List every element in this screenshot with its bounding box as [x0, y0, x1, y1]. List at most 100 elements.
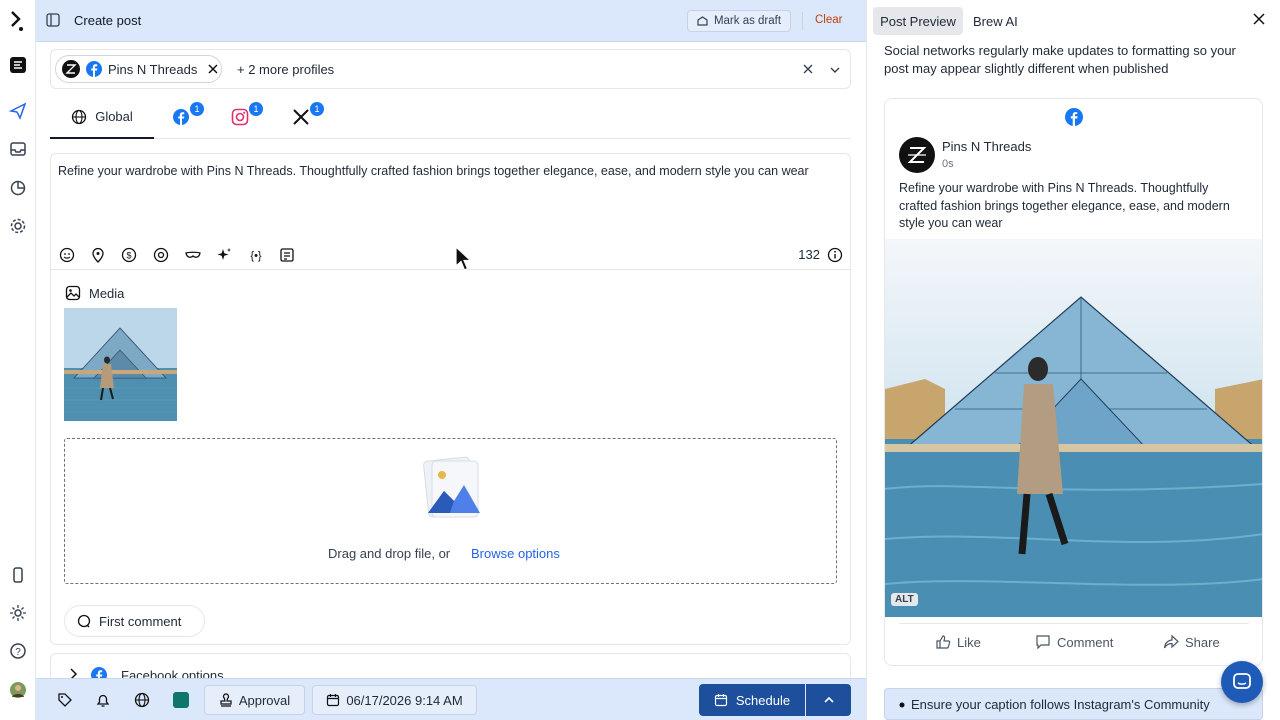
tab-instagram[interactable]: 1: [231, 102, 263, 132]
date-picker-button[interactable]: 06/17/2026 9:14 AM: [312, 685, 477, 715]
page-avatar: [899, 137, 935, 173]
inbox-icon[interactable]: [8, 139, 28, 159]
tab-x[interactable]: 1: [292, 102, 324, 132]
tab-post-preview[interactable]: Post Preview: [873, 7, 963, 35]
draft-icon: [697, 15, 708, 26]
app: ? Create post Mark as draft Clear Pins N…: [0, 0, 1280, 720]
mask-icon[interactable]: [183, 245, 203, 265]
chat-icon: [1233, 673, 1251, 689]
clear-profiles-icon[interactable]: [802, 63, 814, 75]
globe-icon[interactable]: [133, 691, 151, 709]
tab-global-label: Global: [95, 109, 133, 124]
preview-note: Social networks regularly make updates t…: [884, 43, 1236, 76]
close-icon[interactable]: [1253, 13, 1265, 25]
stamp-icon: [220, 693, 232, 707]
location-icon[interactable]: [88, 245, 108, 265]
chat-support-button[interactable]: [1221, 661, 1263, 703]
dropzone-text: Drag and drop file, or: [328, 546, 451, 561]
tag-icon[interactable]: [56, 691, 74, 709]
like-label: Like: [957, 634, 981, 650]
media-section-header: Media: [65, 285, 124, 301]
approval-button[interactable]: Approval: [204, 685, 305, 715]
settings-icon[interactable]: [8, 216, 28, 236]
profile-selector[interactable]: Pins N Threads + 2 more profiles: [50, 49, 851, 89]
svg-text:$: $: [126, 251, 131, 261]
composer-header: Create post Mark as draft Clear: [36, 0, 866, 42]
media-label: Media: [89, 285, 125, 301]
mouse-cursor-icon: [455, 246, 473, 271]
calendar-icon: [714, 694, 727, 707]
approval-label: Approval: [238, 692, 291, 708]
tab-global[interactable]: Global: [50, 96, 154, 139]
user-avatar[interactable]: [8, 680, 28, 700]
image-icon: [65, 285, 81, 301]
thumbs-up-icon: [936, 635, 951, 649]
mobile-icon[interactable]: [8, 565, 28, 585]
schedule-label: Schedule: [735, 692, 791, 708]
like-action[interactable]: Like: [935, 634, 981, 650]
theme-icon[interactable]: [8, 603, 28, 623]
composer-panel: Create post Mark as draft Clear Pins N T…: [36, 0, 866, 720]
bell-icon[interactable]: [94, 691, 112, 709]
character-count: 132: [798, 247, 820, 262]
chevron-down-icon[interactable]: [829, 64, 841, 76]
template-icon[interactable]: [277, 245, 297, 265]
sidebar-toggle-icon[interactable]: [46, 13, 60, 30]
publish-icon[interactable]: [8, 101, 28, 121]
compose-icon[interactable]: [8, 55, 28, 75]
more-profiles-label[interactable]: + 2 more profiles: [237, 62, 334, 77]
facebook-badge: 1: [190, 102, 204, 116]
comment-icon: [77, 614, 91, 628]
share-action[interactable]: Share: [1163, 634, 1220, 650]
logo-icon[interactable]: [8, 11, 28, 31]
share-label: Share: [1185, 634, 1220, 650]
info-icon[interactable]: [827, 247, 843, 263]
facebook-preview-card: Pins N Threads 0s Refine your wardrobe w…: [884, 98, 1263, 666]
post-text-input[interactable]: Refine your wardrobe with Pins N Threads…: [58, 162, 838, 180]
post-actions: Like Comment Share: [899, 623, 1249, 657]
instagram-badge: 1: [249, 102, 263, 116]
schedule-options-button[interactable]: [806, 684, 851, 716]
facebook-icon: [86, 61, 102, 77]
schedule-button[interactable]: Schedule: [699, 684, 805, 716]
remove-profile-icon[interactable]: [207, 63, 219, 75]
upload-illustration-icon: [423, 456, 480, 518]
variables-icon[interactable]: {•}: [246, 245, 266, 265]
first-comment-button[interactable]: First comment: [64, 605, 205, 637]
clear-button[interactable]: Clear: [815, 14, 842, 26]
ai-sparkle-icon[interactable]: [214, 245, 234, 265]
comment-bubble-icon: [1036, 635, 1050, 650]
comment-label: Comment: [1057, 634, 1114, 650]
guideline-banner: Ensure your caption follows Instagram's …: [884, 688, 1263, 720]
mark-as-draft-button[interactable]: Mark as draft: [687, 10, 791, 32]
date-label: 06/17/2026 9:14 AM: [346, 692, 463, 708]
page-name: Pins N Threads: [942, 139, 1032, 154]
profile-chip[interactable]: Pins N Threads: [55, 55, 222, 83]
dollar-icon[interactable]: $: [119, 245, 139, 265]
bullet-icon: [899, 702, 905, 708]
preview-panel: Post Preview Brew AI Social networks reg…: [866, 0, 1280, 720]
browse-options-link[interactable]: Browse options: [471, 546, 560, 561]
composer-footer: Approval 06/17/2026 9:14 AM Schedule: [36, 678, 866, 720]
help-icon[interactable]: ?: [8, 641, 28, 661]
alt-text-badge[interactable]: ALT: [891, 593, 918, 606]
facebook-options-section[interactable]: Facebook options: [50, 653, 851, 683]
svg-text:?: ?: [15, 647, 21, 658]
editor-toolbar: $ {•} 132: [51, 240, 850, 270]
post-editor: Refine your wardrobe with Pins N Threads…: [50, 153, 851, 645]
page-title: Create post: [74, 13, 142, 28]
color-swatch[interactable]: [172, 691, 190, 709]
media-thumbnail[interactable]: [64, 308, 177, 421]
tab-brew-ai[interactable]: Brew AI: [973, 14, 1018, 29]
calendar-icon: [327, 694, 340, 707]
brand-avatar-icon: [62, 60, 80, 78]
comment-action[interactable]: Comment: [1035, 634, 1113, 650]
svg-text:{•}: {•}: [250, 250, 262, 262]
guideline-text: Ensure your caption follows Instagram's …: [911, 697, 1210, 712]
mention-icon[interactable]: [151, 245, 171, 265]
media-dropzone[interactable]: Drag and drop file, or Browse options: [64, 438, 837, 584]
analytics-icon[interactable]: [8, 178, 28, 198]
tab-facebook[interactable]: 1: [172, 102, 204, 132]
emoji-icon[interactable]: [57, 245, 77, 265]
first-comment-label: First comment: [99, 613, 182, 629]
